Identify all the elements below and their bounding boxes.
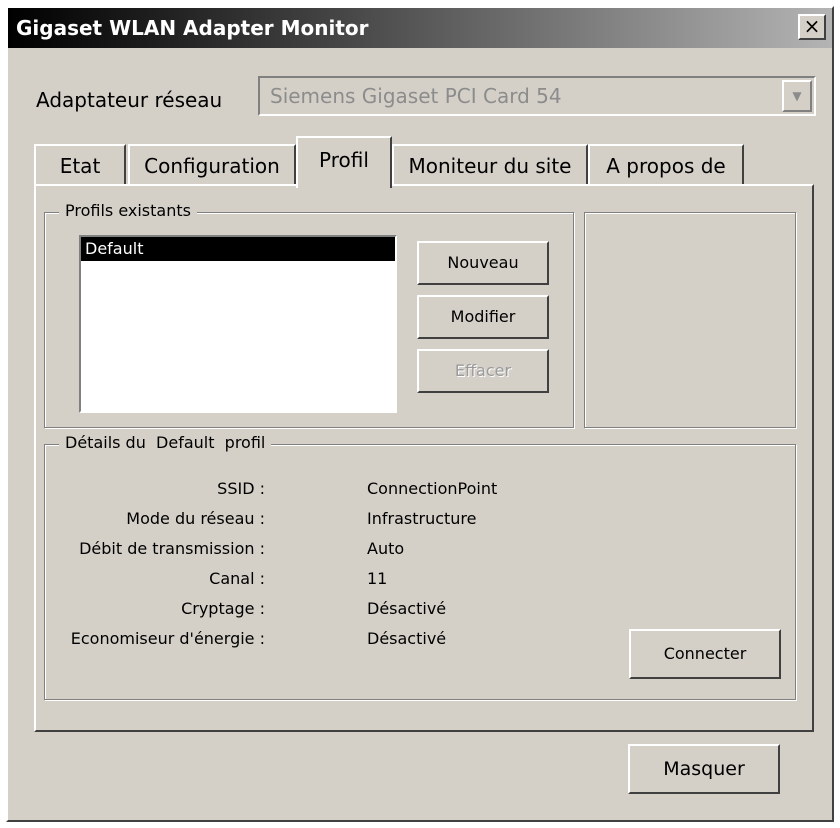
tab-label: Profil bbox=[319, 148, 369, 172]
encryption-label: Cryptage : bbox=[181, 599, 265, 618]
adapter-select[interactable]: Siemens Gigaset PCI Card 54 ▼ bbox=[258, 76, 816, 116]
adapter-label: Adaptateur réseau bbox=[36, 88, 223, 112]
connect-button[interactable]: Connecter bbox=[629, 629, 781, 679]
close-icon: × bbox=[803, 14, 821, 38]
delete-profile-button[interactable]: Effacer bbox=[417, 349, 549, 393]
power-saver-value: Désactivé bbox=[367, 629, 447, 648]
profiles-list[interactable]: Default bbox=[79, 235, 397, 413]
edit-profile-button[interactable]: Modifier bbox=[417, 295, 549, 339]
tab-configuration[interactable]: Configuration bbox=[128, 144, 296, 186]
adapter-select-value: Siemens Gigaset PCI Card 54 bbox=[270, 84, 562, 108]
new-profile-button[interactable]: Nouveau bbox=[417, 241, 549, 285]
profile-details-title: Détails du Default profil bbox=[59, 433, 272, 452]
existing-profiles-group: Profils existants Default Nouveau Modifi… bbox=[44, 201, 574, 428]
tab-label: A propos de bbox=[606, 154, 726, 178]
power-saver-label: Economiseur d'énergie : bbox=[70, 629, 265, 648]
app-window: Gigaset WLAN Adapter Monitor × Adaptateu… bbox=[6, 6, 834, 822]
tab-a-propos-de[interactable]: A propos de bbox=[588, 144, 744, 186]
title-bar[interactable]: Gigaset WLAN Adapter Monitor × bbox=[8, 8, 832, 48]
close-button[interactable]: × bbox=[798, 14, 826, 40]
network-mode-value: Infrastructure bbox=[367, 509, 477, 528]
hide-button[interactable]: Masquer bbox=[628, 744, 780, 794]
profile-preview-box bbox=[584, 212, 796, 428]
profile-details-group: Détails du Default profil SSID : Connect… bbox=[44, 433, 796, 700]
channel-label: Canal : bbox=[209, 569, 265, 588]
existing-profiles-title: Profils existants bbox=[59, 201, 197, 220]
tab-label: Etat bbox=[59, 154, 101, 178]
chevron-down-icon[interactable]: ▼ bbox=[782, 80, 812, 112]
tab-label: Configuration bbox=[144, 154, 280, 178]
network-mode-label: Mode du réseau : bbox=[126, 509, 265, 528]
list-item[interactable]: Default bbox=[81, 237, 395, 261]
window-title: Gigaset WLAN Adapter Monitor bbox=[16, 16, 369, 40]
ssid-value: ConnectionPoint bbox=[367, 479, 498, 498]
tab-profil[interactable]: Profil bbox=[296, 136, 392, 188]
transmission-rate-label: Débit de transmission : bbox=[79, 539, 265, 558]
ssid-label: SSID : bbox=[217, 479, 265, 498]
encryption-value: Désactivé bbox=[367, 599, 447, 618]
profil-tab-panel: Profils existants Default Nouveau Modifi… bbox=[34, 184, 814, 732]
transmission-rate-value: Auto bbox=[367, 539, 405, 558]
channel-value: 11 bbox=[367, 569, 388, 588]
tab-etat[interactable]: Etat bbox=[34, 144, 126, 186]
tab-moniteur-du-site[interactable]: Moniteur du site bbox=[392, 144, 588, 186]
tab-label: Moniteur du site bbox=[408, 154, 572, 178]
